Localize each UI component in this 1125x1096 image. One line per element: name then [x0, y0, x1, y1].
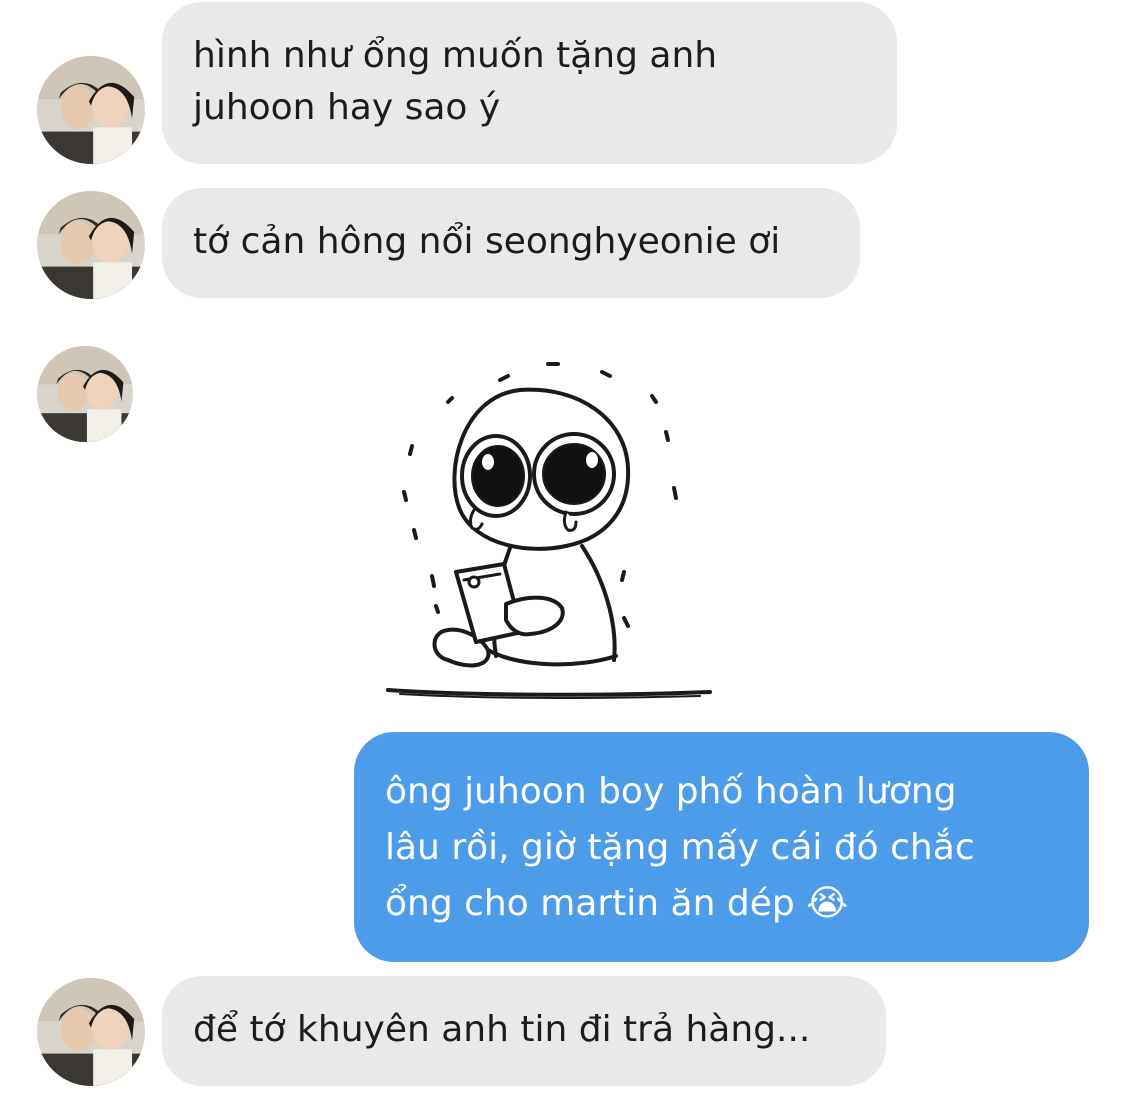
incoming-message-bubble[interactable]: tớ cản hông nổi seonghyeonie ơi	[162, 188, 860, 298]
incoming-message-bubble[interactable]: hình như ổng muốn tặng anh juhoon hay sa…	[162, 2, 897, 164]
contact-avatar[interactable]	[37, 346, 133, 442]
message-text: ông juhoon boy phố hoàn lương lâu rồi, g…	[385, 771, 975, 924]
message-text: để tớ khuyên anh tin đi trả hàng...	[193, 1009, 811, 1050]
incoming-message-bubble[interactable]: để tớ khuyên anh tin đi trả hàng...	[162, 976, 886, 1086]
avatar-photo-icon	[37, 978, 145, 1086]
contact-avatar[interactable]	[37, 191, 145, 299]
avatar-photo-icon	[37, 56, 145, 164]
crying-character-holding-phone-icon[interactable]	[370, 350, 730, 710]
contact-avatar[interactable]	[37, 56, 145, 164]
message-text: hình như ổng muốn tặng anh juhoon hay sa…	[193, 35, 718, 128]
avatar-photo-icon	[37, 346, 133, 442]
avatar-photo-icon	[37, 191, 145, 299]
contact-avatar[interactable]	[37, 978, 145, 1086]
outgoing-message-bubble[interactable]: ông juhoon boy phố hoàn lương lâu rồi, g…	[354, 732, 1089, 962]
message-text: tớ cản hông nổi seonghyeonie ơi	[193, 221, 781, 262]
